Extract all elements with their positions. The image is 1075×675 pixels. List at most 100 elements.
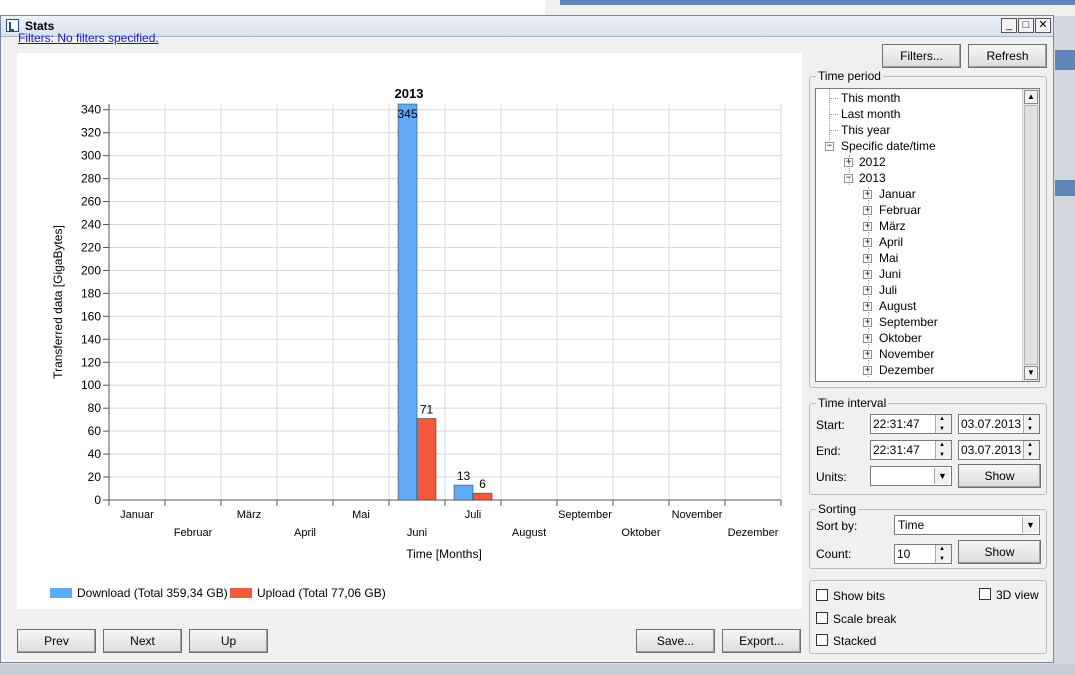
start-date-spinner[interactable] (1023, 415, 1039, 433)
y-tick-label: 160 (81, 309, 101, 323)
tree-item[interactable]: Last month (816, 106, 1021, 122)
tree-item[interactable]: + November (816, 346, 1021, 362)
checkbox-icon[interactable] (979, 588, 991, 600)
legend-label: Upload (Total 77,06 GB) (257, 586, 386, 600)
end-date-field[interactable]: 03.07.2013 (958, 440, 1040, 460)
tree-item[interactable]: −2013 (816, 170, 1021, 186)
maximize-button[interactable]: □ (1018, 18, 1034, 33)
tree-item[interactable]: − Specific date/time (816, 138, 1021, 154)
tree-item-label: Januar (879, 187, 916, 201)
bar-chart: 2013 0 20 40 60 80 100 120 140 160 180 200 220 240 260… (50, 86, 782, 600)
end-date-spinner[interactable] (1023, 441, 1039, 459)
tree-item[interactable]: + September (816, 314, 1021, 330)
checkbox-icon[interactable] (816, 589, 828, 601)
x-tick-label: Juli (465, 509, 482, 521)
tree-item[interactable]: + April (816, 234, 1021, 250)
bar (397, 103, 418, 501)
tree-item[interactable]: + Mai (816, 250, 1021, 266)
y-tick-label: 20 (88, 470, 102, 484)
legend-label: Download (Total 359,34 GB) (77, 586, 228, 600)
bar (472, 492, 493, 501)
end-time-field[interactable]: 22:31:47 (870, 440, 952, 460)
tree-item-label: September (879, 315, 938, 329)
close-button[interactable]: ✕ (1035, 18, 1051, 33)
scroll-down-icon[interactable]: ▼ (1024, 366, 1038, 380)
checkbox-icon[interactable] (816, 612, 828, 624)
bar (416, 418, 437, 501)
sort-by-dropdown[interactable]: Time ▼ (894, 515, 1040, 535)
tree-item[interactable]: + Juni (816, 266, 1021, 282)
start-time-field[interactable]: 22:31:47 (870, 414, 952, 434)
background-taskbar (0, 664, 1075, 675)
next-button[interactable]: Next (103, 629, 182, 653)
tree-item[interactable]: + Februar (816, 202, 1021, 218)
x-tick-label: Mai (352, 509, 370, 521)
scroll-up-icon[interactable]: ▲ (1024, 90, 1038, 104)
tree-item[interactable]: + Juli (816, 282, 1021, 298)
scroll-thumb[interactable] (1024, 105, 1038, 365)
end-time-spinner[interactable] (935, 441, 951, 459)
tree-item-label: Juli (879, 283, 898, 297)
y-tick-label: 320 (81, 126, 101, 140)
tree-item-label: Last month (841, 107, 901, 121)
x-tick-label: November (672, 509, 723, 521)
tree-item[interactable]: + Oktober (816, 330, 1021, 346)
y-tick-label: 40 (88, 447, 102, 461)
tree-item-label: August (879, 299, 917, 313)
sort-by-label: Sort by: (816, 519, 858, 533)
tree-item[interactable]: This year (816, 122, 1021, 138)
chevron-down-icon[interactable]: ▼ (1022, 517, 1038, 533)
tree-connector (830, 98, 838, 99)
tree-item-label: Specific date/time (841, 139, 936, 153)
chevron-down-icon[interactable]: ▼ (934, 468, 950, 484)
tree-item[interactable]: + Januar (816, 186, 1021, 202)
refresh-button[interactable]: Refresh (968, 44, 1047, 68)
prev-button[interactable]: Prev (17, 629, 96, 653)
x-tick-label: Oktober (621, 527, 660, 539)
filters-link[interactable]: Filters: No filters specified. (18, 31, 159, 45)
start-date-field[interactable]: 03.07.2013 (958, 414, 1040, 434)
legend-swatch (50, 588, 72, 598)
title-bar[interactable]: Stats _ □ ✕ (1, 16, 1053, 37)
end-time-value: 22:31:47 (873, 443, 920, 457)
tree-item[interactable]: + Dezember (816, 362, 1021, 378)
x-tick-label: Dezember (728, 527, 779, 539)
start-time-spinner[interactable] (935, 415, 951, 433)
tree-item-label: Oktober (879, 331, 922, 345)
tree-item-label: Juni (879, 267, 902, 281)
y-tick-label: 0 (94, 493, 101, 507)
sorting-legend: Sorting (818, 502, 857, 516)
y-tick-label: 300 (81, 149, 101, 163)
interval-show-button[interactable]: Show (958, 464, 1041, 488)
bar (453, 484, 474, 501)
time-period-tree[interactable]: ▲ ▼ This month Last month This year − Specif… (815, 88, 1040, 382)
export-button[interactable]: Export... (722, 629, 801, 653)
minimize-button[interactable]: _ (1001, 18, 1017, 33)
y-tick-label: 340 (81, 103, 101, 117)
time-interval-legend: Time interval (818, 396, 887, 410)
up-button[interactable]: Up (189, 629, 268, 653)
x-axis-label: Time [Months] (406, 547, 482, 561)
count-value: 10 (897, 547, 911, 561)
sorting-show-button[interactable]: Show (958, 540, 1041, 564)
x-tick-label: März (237, 509, 261, 521)
tree-item-label: This year (841, 123, 891, 137)
x-tick-label: September (558, 509, 612, 521)
y-axis-label: Transferred data [GigaBytes] (51, 225, 65, 379)
save-button[interactable]: Save... (636, 629, 715, 653)
filters-button[interactable]: Filters... (882, 44, 961, 68)
checkbox-icon[interactable] (816, 634, 828, 646)
y-tick-label: 240 (81, 218, 101, 232)
3d-view-label: 3D view (996, 588, 1039, 602)
tree-item[interactable]: + März (816, 218, 1021, 234)
x-tick-label: Juni (407, 527, 427, 539)
units-dropdown[interactable]: ▼ (870, 466, 952, 486)
count-spinner[interactable] (935, 545, 951, 563)
count-field[interactable]: 10 (894, 544, 952, 564)
tree-scrollbar[interactable]: ▲ ▼ (1022, 89, 1039, 381)
tree-connector (849, 155, 850, 185)
tree-item[interactable]: +2012 (816, 154, 1021, 170)
tree-item[interactable]: This month (816, 90, 1021, 106)
tree-item[interactable]: + August (816, 298, 1021, 314)
data-label: 71 (420, 403, 434, 417)
